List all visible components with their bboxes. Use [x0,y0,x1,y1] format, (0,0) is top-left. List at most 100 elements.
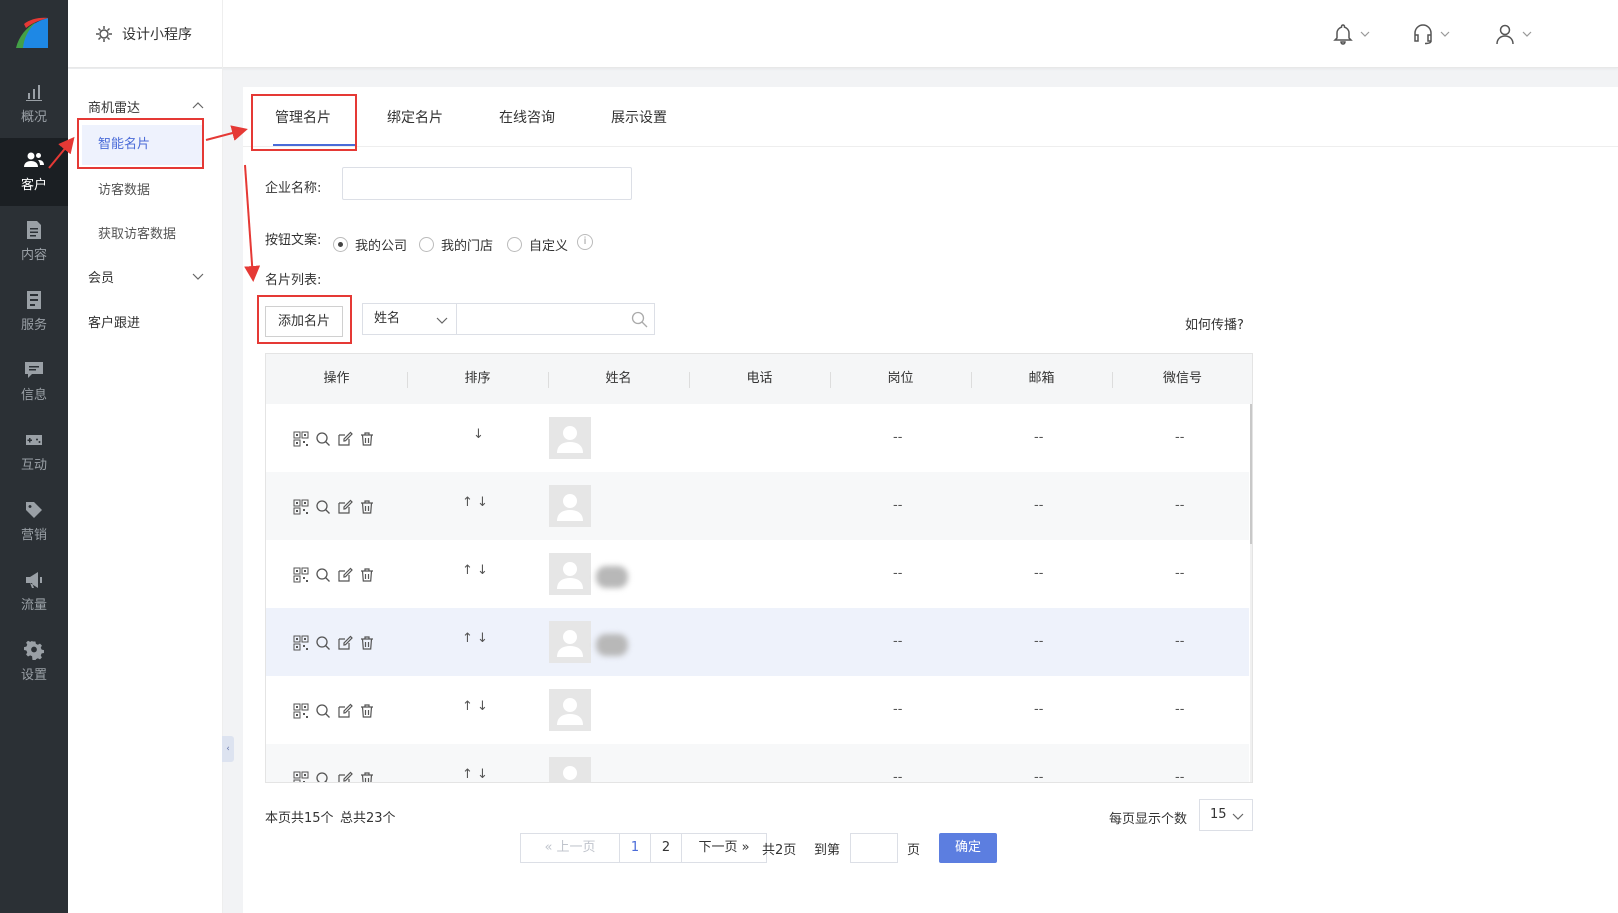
col-phone: 电话 [746,371,773,386]
qrcode-icon[interactable] [293,771,309,782]
cell-email: -- [1034,430,1044,445]
edit-icon[interactable] [337,771,353,782]
qrcode-icon[interactable] [293,431,309,447]
scrollbar-thumb[interactable] [1250,404,1252,544]
gear-icon [24,640,44,660]
trash-icon[interactable] [359,567,375,583]
notification-menu[interactable] [1332,22,1370,46]
tab-bind-cards[interactable]: 绑定名片 [387,107,443,127]
document-icon [27,221,41,239]
trash-icon[interactable] [359,499,375,515]
cell-email: -- [1034,498,1044,513]
col-position: 岗位 [887,371,914,386]
support-menu[interactable] [1412,22,1450,46]
edit-icon[interactable] [337,703,353,719]
search-icon[interactable] [315,431,331,447]
subnav-group-member[interactable]: 会员 [88,267,114,286]
redacted-name [596,634,628,656]
table-row[interactable]: ↑ ↓ -- -- -- [266,540,1249,608]
radio-my-company[interactable]: 我的公司 [333,235,407,254]
trash-icon[interactable] [359,703,375,719]
rail-item-content[interactable]: 内容 [0,208,68,276]
table-row[interactable]: ↑ ↓ -- -- -- [266,676,1249,744]
qrcode-icon[interactable] [293,499,309,515]
qrcode-icon[interactable] [293,635,309,651]
rail-item-overview[interactable]: 概况 [0,70,68,138]
rail-item-service[interactable]: 服务 [0,278,68,346]
sidebar-collapse-handle[interactable]: ‹ [222,736,234,762]
sort-arrows[interactable]: ↑ ↓ [462,699,488,714]
prev-page-button[interactable]: « 上一页 [520,833,620,863]
search-input[interactable] [457,303,655,335]
search-icon[interactable] [315,499,331,515]
search-icon[interactable] [631,311,648,328]
company-name-input[interactable] [342,167,632,200]
cell-position: -- [893,430,903,445]
sort-arrows[interactable]: ↓ [473,427,484,442]
sort-arrows[interactable]: ↑ ↓ [462,767,488,782]
sort-arrows[interactable]: ↑ ↓ [462,495,488,510]
rail-item-marketing[interactable]: 营销 [0,488,68,556]
rail-item-interaction[interactable]: 互动 [0,418,68,486]
chevron-down-icon[interactable] [192,270,204,282]
tab-display-settings[interactable]: 展示设置 [611,107,667,127]
rail-label: 服务 [20,318,47,333]
goto-page-input[interactable] [850,833,898,863]
radio-my-store[interactable]: 我的门店 [419,235,493,254]
search-icon[interactable] [315,635,331,651]
table-row[interactable]: ↑ ↓ -- -- -- [266,608,1249,676]
qrcode-icon[interactable] [293,703,309,719]
edit-icon[interactable] [337,635,353,651]
user-menu[interactable] [1494,22,1532,46]
top-header: 设计小程序 [68,0,1618,68]
cell-position: -- [893,770,903,783]
sort-arrows[interactable]: ↑ ↓ [462,563,488,578]
next-page-button[interactable]: 下一页 » [681,833,767,863]
qrcode-icon[interactable] [293,567,309,583]
radio-custom[interactable]: 自定义 [507,235,568,254]
miniprogram-icon [96,26,112,42]
search-icon[interactable] [315,567,331,583]
table-row[interactable]: ↓ -- -- -- [266,404,1249,472]
cell-email: -- [1034,566,1044,581]
subnav-item-visitor-data[interactable]: 访客数据 [98,179,150,198]
page-1-button[interactable]: 1 [619,833,651,863]
info-icon[interactable]: i [577,234,593,250]
select-value: 姓名 [374,311,401,326]
trash-icon[interactable] [359,431,375,447]
highlight-smart-card [77,118,204,169]
table-row[interactable]: ↑ ↓ -- -- -- [266,744,1249,783]
subnav-group-radar[interactable]: 商机雷达 [88,97,140,116]
edit-icon[interactable] [337,499,353,515]
rail-label: 客户 [20,178,47,193]
search-icon[interactable] [315,771,331,782]
table-header: 操作 排序 姓名 电话 岗位 邮箱 微信号 [266,354,1252,404]
rail-item-message[interactable]: 信息 [0,348,68,416]
trash-icon[interactable] [359,635,375,651]
design-miniprogram-link[interactable]: 设计小程序 [94,24,192,44]
subnav-group-followup[interactable]: 客户跟进 [88,312,140,331]
page-2-button[interactable]: 2 [650,833,682,863]
rail-item-traffic[interactable]: 流量 [0,558,68,626]
search-field-select[interactable]: 姓名 [362,303,457,335]
rail-label: 概况 [20,110,47,125]
subnav-item-get-visitor-data[interactable]: 获取访客数据 [98,223,176,242]
rail-item-settings[interactable]: 设置 [0,628,68,696]
trash-icon[interactable] [359,771,375,782]
tab-online-consult[interactable]: 在线咨询 [499,107,555,127]
confirm-goto-button[interactable]: 确定 [939,833,997,863]
edit-icon[interactable] [337,567,353,583]
chevron-up-icon[interactable] [192,100,204,112]
total-pages-text: 共2页 [762,843,797,858]
table-row[interactable]: ↑ ↓ -- -- -- [266,472,1249,540]
chevron-down-icon [1360,31,1370,37]
edit-icon[interactable] [337,431,353,447]
rail-item-customers[interactable]: 客户 [0,138,68,206]
row-actions [293,431,375,447]
per-page-select[interactable]: 15 [1199,799,1253,831]
search-icon[interactable] [315,703,331,719]
header-separator [971,372,972,388]
how-to-share-link[interactable]: 如何传播? [1185,314,1244,333]
sort-arrows[interactable]: ↑ ↓ [462,631,488,646]
table-scrollbar[interactable] [1250,404,1252,782]
